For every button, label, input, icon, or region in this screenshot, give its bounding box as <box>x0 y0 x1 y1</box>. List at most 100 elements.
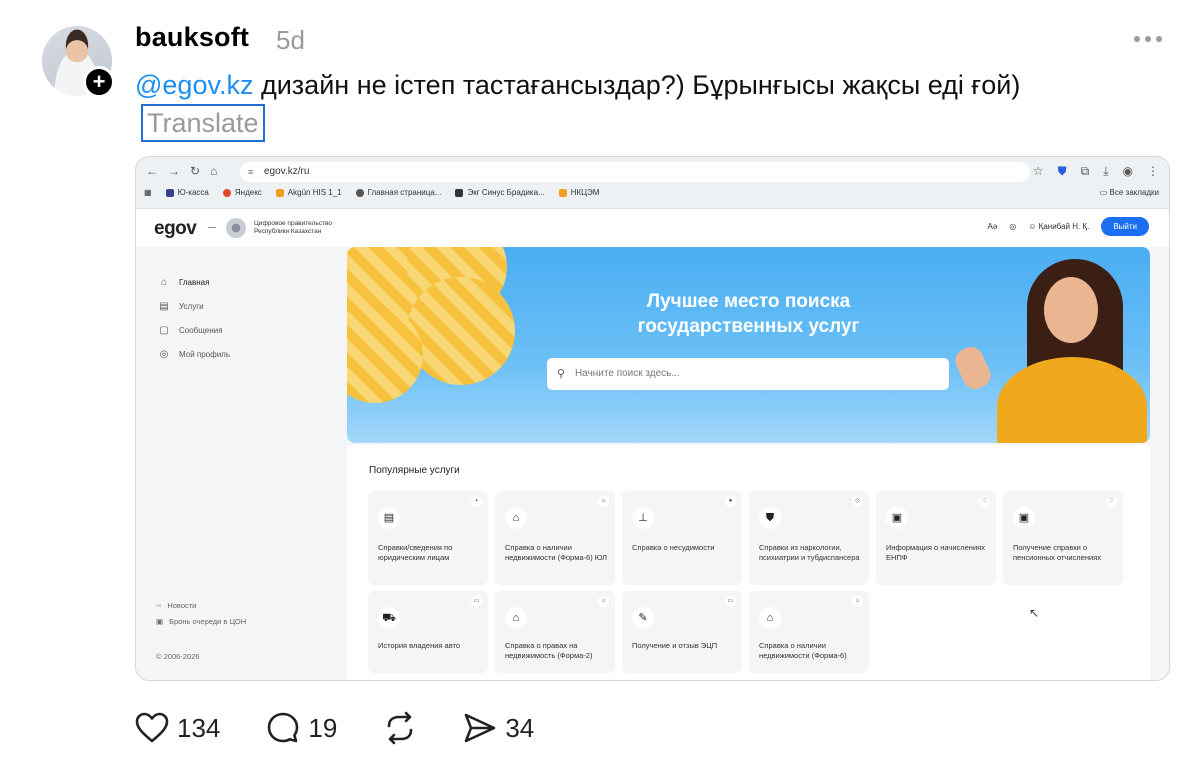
services-icon: ▤ <box>159 301 169 312</box>
hero-search-input: ⚲ Начните поиск здесь... <box>547 358 949 390</box>
post-text: дизайн не істеп тастағансыздар?) Бұрынғы… <box>253 70 1021 100</box>
sidebar-queue: ▣ Бронь очереди в ЦОН <box>156 617 247 626</box>
apps-grid-icon: ▦ <box>144 188 152 197</box>
mention-link[interactable]: @egov.kz <box>135 70 253 100</box>
reply-count: 19 <box>308 712 338 743</box>
browser-menu-icon: ⋮ <box>1147 164 1159 178</box>
police-icon: ● <box>725 496 736 507</box>
shield-icon: ⛊ <box>759 507 781 529</box>
house-icon: ⌂ <box>598 596 609 607</box>
forward-arrow-icon: → <box>168 164 180 178</box>
address-url: egov.kz/ru <box>264 166 310 177</box>
sidebar-news: ▫▫ Новости <box>156 601 197 610</box>
money-icon: ▣ <box>1013 507 1035 529</box>
state-emblem-icon <box>226 218 246 238</box>
home-icon: ⌂ <box>210 164 218 178</box>
logo-dash: – <box>208 218 216 234</box>
repost-icon <box>388 711 413 745</box>
service-card: ▭ ✎ Получение и отзыв ЭЦП <box>622 591 742 673</box>
reply-button[interactable]: 19 <box>266 711 337 745</box>
home-icon: ⌂ <box>160 277 168 288</box>
user-icon: ☺ <box>1028 222 1037 231</box>
bookmark-item: НКЦЭМ <box>558 188 599 197</box>
send-icon <box>465 713 496 743</box>
service-card: ● ⊥ Справка о несудимости <box>622 491 742 585</box>
reload-icon: ↻ <box>190 164 201 178</box>
signature-icon: ✎ <box>632 607 654 629</box>
calendar-icon: ▣ <box>156 617 164 626</box>
mouse-cursor-icon: ↖ <box>1029 606 1040 620</box>
medical-icon: ◇ <box>852 496 863 507</box>
sidebar-copyright: © 2006-2026 <box>156 652 200 661</box>
service-card: ♡ ▣ Получение справки о пенсионных отчисле… <box>1003 491 1123 585</box>
service-card: ♡ ▣ Информация о начислениях ЕНПФ <box>876 491 996 585</box>
gov-name: Цифровое правительство Республики Казахс… <box>254 220 332 235</box>
money-icon: ▣ <box>886 507 908 529</box>
repost-button[interactable] <box>383 711 417 745</box>
heart-icon <box>135 712 169 743</box>
bookmark-item: Главная страница... <box>355 188 441 197</box>
woman-hand <box>951 343 995 393</box>
browser-toolbar: ← → ↻ ⌂ ≡ egov.kz/ru ☆ ⛊ ⧉ ⤓ ◉ ⋮ ▦ Ю-кас… <box>136 157 1169 209</box>
address-bar: ≡ egov.kz/ru <box>240 162 1030 182</box>
egov-logo: egov <box>154 218 197 239</box>
popular-services: Популярные услуги ▪ ▤ Справки/сведения по … <box>347 445 1150 680</box>
bookmark-item: Akgün HIS 1_1 <box>275 188 342 197</box>
service-card: ⌂ ⌂ Справка о правах на недвижимость (Форм… <box>495 591 615 673</box>
gavel-icon: ⊥ <box>632 507 654 529</box>
language-icon: Aə <box>987 222 998 231</box>
more-options-icon[interactable] <box>1134 30 1170 48</box>
visibility-icon: ◎ <box>1009 222 1017 231</box>
heart-icon: ♡ <box>1106 496 1117 507</box>
service-card: ◇ ⛊ Справки из наркологии, психиатрии и ту… <box>749 491 869 585</box>
like-button[interactable]: 134 <box>135 712 220 744</box>
share-button[interactable]: 34 <box>463 712 534 744</box>
service-card: ⌂ ⌂ Справка о наличии недвижимости (Форма-… <box>749 591 869 673</box>
bookmark-item: Яндекс <box>222 188 262 197</box>
share-count: 34 <box>505 712 535 743</box>
translate-button[interactable]: Translate <box>141 104 265 142</box>
house-icon: ⌂ <box>505 607 527 629</box>
like-count: 134 <box>177 712 221 743</box>
heart-icon: ♡ <box>979 496 990 507</box>
woman-sweater <box>997 357 1147 443</box>
bookmarks-bar: ▦ Ю-касса Яндекс Akgün HIS 1_1 Главная с… <box>144 188 599 197</box>
sidebar-item-profile: ◎ Мой профиль <box>159 349 231 360</box>
service-card: ▭ ⛟ История владения авто <box>368 591 488 673</box>
author-username[interactable]: bauksoft <box>135 22 249 53</box>
post-body: @egov.kz дизайн не істеп тастағансыздар?… <box>135 66 1095 142</box>
egov-header: egov – Цифровое правительство Республики… <box>136 209 1169 247</box>
back-arrow-icon: ← <box>146 164 158 178</box>
profile-icon: ◎ <box>159 349 169 360</box>
news-icon: ▫▫ <box>156 601 162 610</box>
popular-title: Популярные услуги <box>369 465 460 476</box>
all-bookmarks: ▭ Все закладки <box>1099 188 1159 197</box>
building-icon: ⌂ <box>505 507 527 529</box>
post-timestamp[interactable]: 5d <box>276 25 305 56</box>
bookmark-item: Экг Синус Брадика... <box>455 188 545 197</box>
car-icon: ▭ <box>471 596 482 607</box>
service-card: ▪ ▤ Справки/сведения по юридическим лицам <box>368 491 488 585</box>
house-icon: ⌂ <box>759 607 781 629</box>
sidebar-item-services: ▤ Услуги <box>159 301 204 312</box>
house-icon: ⌂ <box>598 496 609 507</box>
user-menu: ☺ Қанибай Н. Қ. <box>1028 222 1090 231</box>
document-icon: ▤ <box>378 507 400 529</box>
attached-screenshot[interactable]: ← → ↻ ⌂ ≡ egov.kz/ru ☆ ⛊ ⧉ ⤓ ◉ ⋮ ▦ Ю-кас… <box>135 156 1170 681</box>
sidebar-item-messages: ▢ Сообщения <box>159 325 223 336</box>
hero-banner: Лучшее место поиска государственных услу… <box>347 247 1150 443</box>
comment-icon <box>268 712 299 743</box>
sidebar-item-home: ⌂ Главная <box>158 277 209 288</box>
extensions-icon: ⧉ <box>1080 164 1090 178</box>
card-icon: ▭ <box>725 596 736 607</box>
search-icon: ⚲ <box>557 368 566 380</box>
house-icon: ⌂ <box>852 596 863 607</box>
star-icon: ☆ <box>1032 164 1044 178</box>
post-actions: 134 19 34 <box>135 708 580 748</box>
folder-icon: ▭ <box>1099 188 1108 197</box>
service-card: ⌂ ⌂ Справка о наличии недвижимости (Форма-… <box>495 491 615 585</box>
shield-icon: ⛊ <box>1057 164 1067 178</box>
follow-plus-icon[interactable]: + <box>83 66 115 98</box>
bookmark-item: Ю-касса <box>165 188 209 197</box>
message-icon: ▢ <box>159 325 169 336</box>
